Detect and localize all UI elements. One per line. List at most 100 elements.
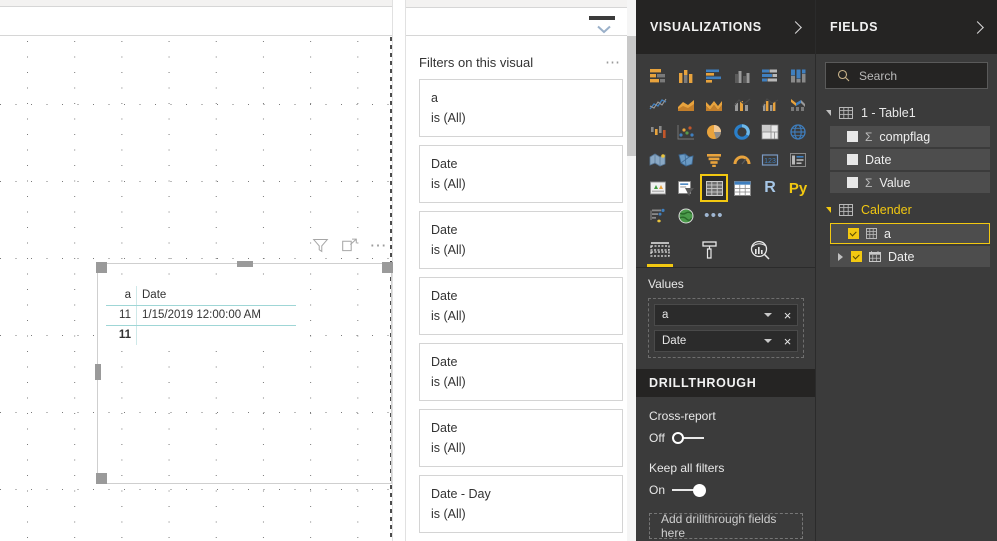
key-influencers-icon[interactable]: [644, 202, 672, 230]
tab-fields[interactable]: [646, 235, 674, 267]
cross-report-toggle[interactable]: [671, 431, 706, 445]
filter-card[interactable]: a is (All): [419, 79, 623, 137]
table-header-date[interactable]: Date: [136, 286, 296, 305]
line-chart-icon[interactable]: [644, 90, 672, 118]
keep-all-filters-toggle-row[interactable]: On: [649, 483, 803, 497]
chevron-right-icon[interactable]: [971, 20, 984, 34]
pie-chart-icon[interactable]: [700, 118, 728, 146]
collapse-triangle-icon[interactable]: [826, 110, 831, 116]
visual-table: a Date 11 1/15/2019 12:00:00 AM 11: [106, 286, 296, 345]
field-checkbox[interactable]: [847, 131, 858, 142]
search-input[interactable]: Search: [825, 62, 988, 89]
filters-pane-body[interactable]: Filters on this visual ⋯ a is (All) Date…: [406, 37, 636, 541]
ribbon-chart-icon[interactable]: [784, 90, 812, 118]
area-chart-icon[interactable]: [672, 90, 700, 118]
filter-card[interactable]: Date is (All): [419, 145, 623, 203]
fields-table-table1[interactable]: 1 - Table1: [816, 102, 997, 124]
values-field-well[interactable]: a × Date ×: [648, 298, 804, 358]
focus-mode-icon[interactable]: [341, 237, 358, 254]
field-row-date-hierarchy[interactable]: Date: [830, 246, 990, 267]
resize-handle-top-center[interactable]: [237, 261, 253, 267]
resize-handle-top-left[interactable]: [96, 262, 107, 273]
chevron-down-icon[interactable]: [597, 25, 611, 34]
keep-all-filters-toggle[interactable]: [672, 483, 707, 497]
card-icon[interactable]: 123: [756, 146, 784, 174]
slicer-icon[interactable]: [672, 174, 700, 202]
scatter-chart-icon[interactable]: [672, 118, 700, 146]
field-row-value[interactable]: Σ Value: [830, 172, 990, 193]
field-checkbox[interactable]: [847, 177, 858, 188]
filled-map-icon[interactable]: [644, 146, 672, 174]
tab-format[interactable]: [696, 235, 724, 265]
line-clustered-column-chart-icon[interactable]: [756, 90, 784, 118]
table-row[interactable]: 11 1/15/2019 12:00:00 AM: [106, 306, 296, 326]
field-row-date[interactable]: Date: [830, 149, 990, 170]
collapse-triangle-icon[interactable]: [826, 207, 831, 213]
resize-handle-top-right[interactable]: [382, 262, 393, 273]
filter-icon[interactable]: [312, 237, 329, 254]
filter-card[interactable]: Date is (All): [419, 409, 623, 467]
remove-field-icon[interactable]: ×: [782, 309, 793, 322]
fields-tree[interactable]: 1 - Table1 Σ compflag Date Σ Value Calen…: [816, 102, 997, 267]
resize-handle-bottom-left[interactable]: [96, 473, 107, 484]
shape-map-icon[interactable]: [672, 146, 700, 174]
expand-triangle-icon[interactable]: [838, 252, 843, 261]
table-header-a[interactable]: a: [106, 286, 136, 305]
chevron-down-icon[interactable]: [764, 339, 772, 343]
filter-card[interactable]: Date is (All): [419, 211, 623, 269]
donut-chart-icon[interactable]: [728, 118, 756, 146]
cross-report-toggle-row[interactable]: Off: [649, 431, 803, 445]
calculated-column-icon: [866, 228, 877, 239]
visual-type-gallery[interactable]: 123 R Py •••: [636, 54, 815, 232]
field-row-a[interactable]: a: [830, 223, 990, 244]
field-checkbox[interactable]: [848, 228, 859, 239]
table-icon[interactable]: [700, 174, 728, 202]
report-canvas[interactable]: ⋯ a Date 11 1/15/2019 12:00:00 AM 11: [0, 0, 405, 541]
100-stacked-column-chart-icon[interactable]: [784, 62, 812, 90]
clustered-column-chart-icon[interactable]: [728, 62, 756, 90]
resize-handle-middle-left[interactable]: [95, 364, 101, 380]
visual-frame[interactable]: a Date 11 1/15/2019 12:00:00 AM 11: [97, 263, 392, 484]
chevron-down-icon[interactable]: [764, 313, 772, 317]
visual-header[interactable]: ⋯: [312, 237, 389, 254]
filters-more-icon[interactable]: ⋯: [605, 55, 621, 70]
field-row-compflag[interactable]: Σ compflag: [830, 126, 990, 147]
clustered-bar-chart-icon[interactable]: [700, 62, 728, 90]
filters-pane[interactable]: Filters on this visual ⋯ a is (All) Date…: [405, 0, 636, 541]
100-stacked-bar-chart-icon[interactable]: [756, 62, 784, 90]
r-script-visual-icon[interactable]: R: [756, 174, 784, 202]
remove-field-icon[interactable]: ×: [782, 335, 793, 348]
field-checkbox[interactable]: [851, 251, 862, 262]
line-stacked-column-chart-icon[interactable]: [728, 90, 756, 118]
gauge-icon[interactable]: [728, 146, 756, 174]
scrollbar-thumb[interactable]: [627, 36, 636, 156]
tab-analytics[interactable]: [746, 235, 774, 265]
stacked-bar-chart-icon[interactable]: [644, 62, 672, 90]
arcgis-map-icon[interactable]: [672, 202, 700, 230]
filters-pane-scrollbar[interactable]: [627, 0, 636, 541]
chevron-right-icon[interactable]: [789, 20, 802, 34]
table-visual[interactable]: ⋯ a Date 11 1/15/2019 12:00:00 AM 11: [95, 237, 393, 484]
kpi-icon[interactable]: [644, 174, 672, 202]
fields-table-calender[interactable]: Calender: [816, 199, 997, 221]
drillthrough-drop-zone[interactable]: Add drillthrough fields here: [649, 512, 803, 540]
funnel-icon[interactable]: [700, 146, 728, 174]
map-icon[interactable]: [784, 118, 812, 146]
field-checkbox[interactable]: [847, 154, 858, 165]
treemap-icon[interactable]: [756, 118, 784, 146]
filter-card[interactable]: Date is (All): [419, 277, 623, 335]
matrix-icon[interactable]: [728, 174, 756, 202]
multi-row-card-icon[interactable]: [784, 146, 812, 174]
more-options-icon[interactable]: ⋯: [370, 237, 389, 254]
value-field-a[interactable]: a ×: [654, 304, 798, 326]
dropdown-bar: [589, 16, 615, 20]
waterfall-chart-icon[interactable]: [644, 118, 672, 146]
visualization-pane-tabs[interactable]: [636, 232, 815, 268]
more-visuals-icon[interactable]: •••: [700, 202, 728, 230]
stacked-column-chart-icon[interactable]: [672, 62, 700, 90]
stacked-area-chart-icon[interactable]: [700, 90, 728, 118]
value-field-date[interactable]: Date ×: [654, 330, 798, 352]
filter-card[interactable]: Date - Day is (All): [419, 475, 623, 533]
python-visual-icon[interactable]: Py: [784, 174, 812, 202]
filter-card[interactable]: Date is (All): [419, 343, 623, 401]
